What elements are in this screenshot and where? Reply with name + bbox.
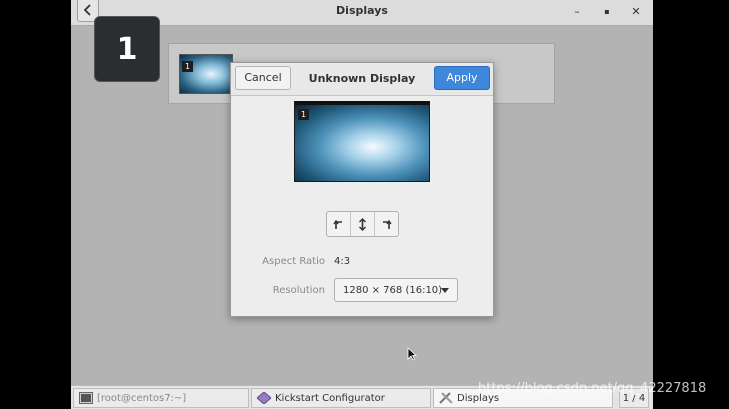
close-button[interactable]: ✕ [629,5,643,19]
dropdown-caret-icon [441,288,449,293]
rotate-left-button[interactable] [327,212,351,236]
rotation-controls [326,211,399,237]
maximize-button[interactable]: ▪ [600,5,614,19]
aspect-ratio-label: Aspect Ratio [262,256,325,267]
apply-button[interactable]: Apply [434,66,490,90]
dialog-header: Cancel Unknown Display Apply [231,63,493,96]
rotate-right-button[interactable] [375,212,398,236]
watermark-text: https://blog.csdn.net/qq_42227818 [478,381,707,396]
flip-vertical-button[interactable] [351,212,375,236]
display-settings-dialog: Cancel Unknown Display Apply 1 Aspect Ra… [230,62,494,317]
resolution-label: Resolution [272,285,325,296]
taskbar-item-label: Kickstart Configurator [275,392,385,404]
display-preview: 1 [294,101,430,182]
taskbar-item-terminal[interactable]: [root@centos7:~] [73,388,249,408]
monitor-number-badge: 1 [94,16,160,82]
rotate-left-icon [333,219,344,230]
cancel-button[interactable]: Cancel [235,66,291,90]
taskbar-item-label: [root@centos7:~] [97,392,187,404]
resolution-value: 1280 × 768 (16:10) [343,285,443,296]
window-title: Displays [336,4,388,17]
minimize-button[interactable]: – [570,5,584,19]
flip-vertical-icon [358,217,367,231]
mouse-pointer-icon [407,346,418,365]
dialog-title: Unknown Display [308,72,416,85]
resolution-dropdown[interactable]: 1280 × 768 (16:10) [334,278,458,302]
display-thumbnail[interactable]: 1 [179,54,233,94]
display-preview-number: 1 [298,109,309,120]
terminal-icon [79,392,93,404]
kickstart-icon [256,391,272,405]
taskbar-item-kickstart[interactable]: Kickstart Configurator [251,388,431,408]
display-thumbnail-number: 1 [182,61,193,72]
displays-icon [439,392,453,404]
rotate-right-icon [381,219,392,230]
aspect-ratio-value: 4:3 [334,256,351,267]
